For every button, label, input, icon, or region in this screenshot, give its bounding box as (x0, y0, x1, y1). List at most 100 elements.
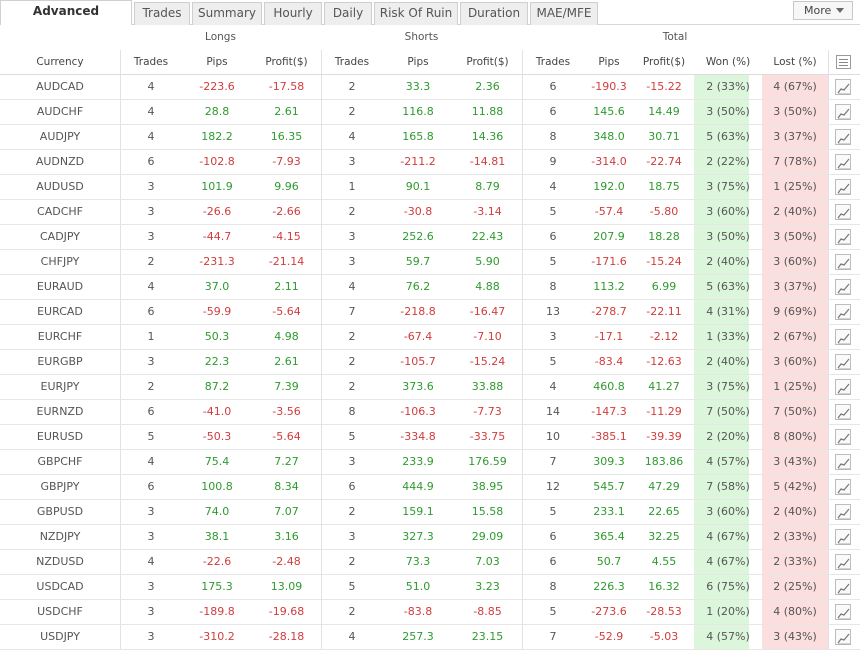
cell-shorts-pips: 51.0 (405, 580, 431, 593)
line-chart-icon[interactable] (835, 354, 851, 370)
line-chart-icon[interactable] (835, 479, 851, 495)
cell-currency: AUDUSD (36, 180, 84, 193)
table-row[interactable]: AUDJPY 4 182.2 16.35 4 165.8 14.36 8 348.0 30.71 5… (0, 125, 860, 150)
cell-shorts-profit: 33.88 (471, 380, 504, 393)
table-row[interactable]: EURJPY 2 87.2 7.39 2 373.6 33.88 4 460.8 41.27 3 (… (0, 375, 860, 400)
cell-longs-trades: 3 (147, 180, 155, 193)
cell-lost: 3 (60%) (773, 255, 817, 268)
table-row[interactable]: EURUSD 5 -50.3 -5.64 5 -334.8 -33.75 10 -385.1 -3… (0, 425, 860, 450)
col-currency[interactable]: Currency (0, 50, 120, 75)
tab-daily[interactable]: Daily (324, 2, 372, 25)
col-longs-trades[interactable]: Trades (120, 50, 182, 75)
tab-summary[interactable]: Summary (192, 2, 262, 25)
line-chart-icon[interactable] (835, 229, 851, 245)
cell-shorts-profit: -16.47 (469, 305, 506, 318)
table-row[interactable]: CADJPY 3 -44.7 -4.15 3 252.6 22.43 6 207.9 18.28 3… (0, 225, 860, 250)
cell-shorts-trades: 2 (348, 505, 356, 518)
table-row[interactable]: AUDUSD 3 101.9 9.96 1 90.1 8.79 4 192.0 18.75 3 (7… (0, 175, 860, 200)
col-longs-profit[interactable]: Profit($) (252, 50, 321, 75)
tab-hourly[interactable]: Hourly (264, 2, 322, 25)
cell-currency: EURCHF (37, 330, 83, 343)
line-chart-icon[interactable] (835, 604, 851, 620)
cell-total-pips: 365.4 (593, 530, 625, 543)
table-row[interactable]: AUDNZD 6 -102.8 -7.93 3 -211.2 -14.81 9 -314.0 -2… (0, 150, 860, 175)
cell-shorts-trades: 5 (348, 580, 356, 593)
col-lost[interactable]: Lost (%) (762, 50, 828, 75)
line-chart-icon[interactable] (835, 129, 851, 145)
table-row[interactable]: EURCHF 1 50.3 4.98 2 -67.4 -7.10 3 -17.1 -2.12 1 (… (0, 325, 860, 350)
table-row[interactable]: CADCHF 3 -26.6 -2.66 2 -30.8 -3.14 5 -57.4 -5.80 3… (0, 200, 860, 225)
cell-currency: USDCAD (36, 580, 84, 593)
cell-total-profit: 4.55 (651, 555, 677, 568)
line-chart-icon[interactable] (835, 504, 851, 520)
cell-total-pips: -83.4 (594, 355, 624, 368)
cell-total-profit: 22.65 (648, 505, 680, 518)
table-row[interactable]: CHFJPY 2 -231.3 -21.14 3 59.7 5.90 5 -171.6 -15.2… (0, 250, 860, 275)
more-button[interactable]: More (793, 1, 853, 20)
col-total-pips[interactable]: Pips (584, 50, 634, 75)
group-longs: Longs (205, 31, 236, 43)
line-chart-icon[interactable] (835, 579, 851, 595)
table-row[interactable]: USDCHF 3 -189.8 -19.68 2 -83.8 -8.85 5 -273.6 -28… (0, 600, 860, 625)
cell-longs-profit: -2.48 (272, 555, 301, 568)
line-chart-icon[interactable] (835, 529, 851, 545)
table-row[interactable]: EURGBP 3 22.3 2.61 2 -105.7 -15.24 5 -83.4 -12.63… (0, 350, 860, 375)
col-total-trades[interactable]: Trades (522, 50, 584, 75)
col-shorts-profit[interactable]: Profit($) (453, 50, 522, 75)
table-row[interactable]: EURNZD 6 -41.0 -3.56 8 -106.3 -7.73 14 -147.3 -11… (0, 400, 860, 425)
cell-longs-profit: -2.66 (272, 205, 301, 218)
col-shorts-trades[interactable]: Trades (321, 50, 383, 75)
tab-mae-mfe[interactable]: MAE/MFE (530, 2, 598, 25)
line-chart-icon[interactable] (835, 104, 851, 120)
table-row[interactable]: USDJPY 3 -310.2 -28.18 4 257.3 23.15 7 -52.9 -5.0… (0, 625, 860, 650)
table-row[interactable]: GBPCHF 4 75.4 7.27 3 233.9 176.59 7 309.3 183.86 4… (0, 450, 860, 475)
cell-shorts-pips: 257.3 (402, 630, 434, 643)
line-chart-icon[interactable] (835, 179, 851, 195)
table-row[interactable]: EURCAD 6 -59.9 -5.64 7 -218.8 -16.47 13 -278.7 -2… (0, 300, 860, 325)
table-row[interactable]: GBPUSD 3 74.0 7.07 2 159.1 15.58 5 233.1 22.65 3 (… (0, 500, 860, 525)
line-chart-icon[interactable] (835, 79, 851, 95)
cell-shorts-profit: 5.90 (475, 255, 500, 268)
tab-trades[interactable]: Trades (134, 2, 190, 25)
table-row[interactable]: NZDUSD 4 -22.6 -2.48 2 73.3 7.03 6 50.7 4.55 4 (67… (0, 550, 860, 575)
line-chart-icon[interactable] (835, 154, 851, 170)
line-chart-icon[interactable] (835, 429, 851, 445)
cell-total-trades: 7 (549, 630, 557, 643)
line-chart-icon[interactable] (835, 304, 851, 320)
cell-total-trades: 5 (549, 205, 557, 218)
line-chart-icon[interactable] (835, 454, 851, 470)
line-chart-icon[interactable] (835, 254, 851, 270)
line-chart-icon[interactable] (835, 629, 851, 645)
cell-lost: 2 (33%) (773, 555, 817, 568)
col-shorts-pips[interactable]: Pips (383, 50, 453, 75)
table-row[interactable]: NZDJPY 3 38.1 3.16 3 327.3 29.09 6 365.4 32.25 4 (… (0, 525, 860, 550)
table-row[interactable]: USDCAD 3 175.3 13.09 5 51.0 3.23 8 226.3 16.32 6 (… (0, 575, 860, 600)
line-chart-icon[interactable] (835, 404, 851, 420)
table-row[interactable]: EURAUD 4 37.0 2.11 4 76.2 4.88 8 113.2 6.99 5 (63%… (0, 275, 860, 300)
cell-longs-profit: 13.09 (270, 580, 303, 593)
cell-lost: 1 (25%) (773, 380, 817, 393)
table-row[interactable]: AUDCAD 4 -223.6 -17.58 2 33.3 2.36 6 -190.3 -15.2… (0, 75, 860, 100)
cell-lost: 3 (37%) (773, 280, 817, 293)
col-total-profit[interactable]: Profit($) (634, 50, 694, 75)
cell-currency: GBPJPY (40, 480, 80, 493)
cell-shorts-pips: 327.3 (402, 530, 434, 543)
line-chart-icon[interactable] (835, 554, 851, 570)
cell-total-trades: 9 (549, 155, 557, 168)
col-longs-pips[interactable]: Pips (182, 50, 252, 75)
tab-advanced-statistics[interactable]: Advanced Statistics (0, 0, 132, 39)
line-chart-icon[interactable] (835, 279, 851, 295)
cell-total-profit: -5.80 (649, 205, 679, 218)
tab-risk-of-ruin[interactable]: Risk Of Ruin (374, 2, 458, 25)
table-row[interactable]: GBPJPY 6 100.8 8.34 6 444.9 38.95 12 545.7 47.29 7… (0, 475, 860, 500)
cell-total-trades: 6 (549, 530, 557, 543)
line-chart-icon[interactable] (835, 379, 851, 395)
tab-duration[interactable]: Duration (460, 2, 528, 25)
cell-lost: 3 (43%) (773, 455, 817, 468)
line-chart-icon[interactable] (835, 329, 851, 345)
table-row[interactable]: AUDCHF 4 28.8 2.61 2 116.8 11.88 6 145.6 14.49 3 (… (0, 100, 860, 125)
line-chart-icon[interactable] (835, 204, 851, 220)
table-icon[interactable] (836, 55, 851, 69)
col-won[interactable]: Won (%) (694, 50, 762, 75)
cell-longs-profit: 3.16 (274, 530, 299, 543)
